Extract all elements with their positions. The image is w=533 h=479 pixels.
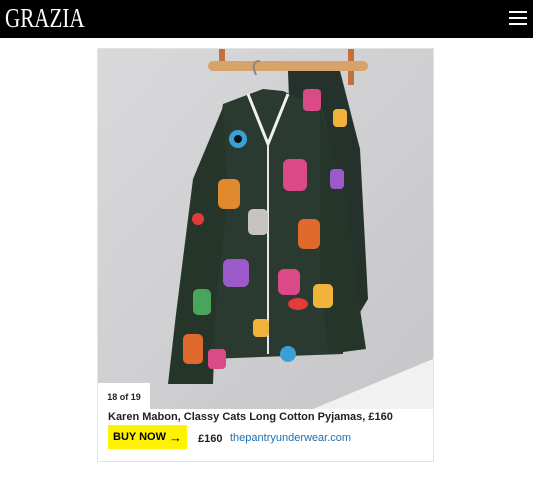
buy-now-button[interactable]: BUY NOW → — [108, 425, 187, 449]
arrow-right-icon: → — [168, 429, 182, 445]
buy-now-label: BUY NOW — [113, 431, 166, 443]
retailer-link[interactable]: thepantryunderwear.com — [230, 432, 351, 444]
site-logo[interactable]: GRAZIA — [5, 4, 85, 32]
product-caption: Karen Mabon, Classy Cats Long Cotton Pyj… — [108, 411, 393, 423]
product-price: £160 — [198, 433, 223, 445]
slide-counter: 18 of 19 — [98, 383, 150, 411]
site-header: GRAZIA — [0, 0, 533, 38]
hamburger-menu-icon[interactable] — [509, 11, 527, 26]
product-image — [98, 49, 433, 409]
gallery-slide: 18 of 19 Karen Mabon, Classy Cats Long C… — [97, 48, 434, 462]
